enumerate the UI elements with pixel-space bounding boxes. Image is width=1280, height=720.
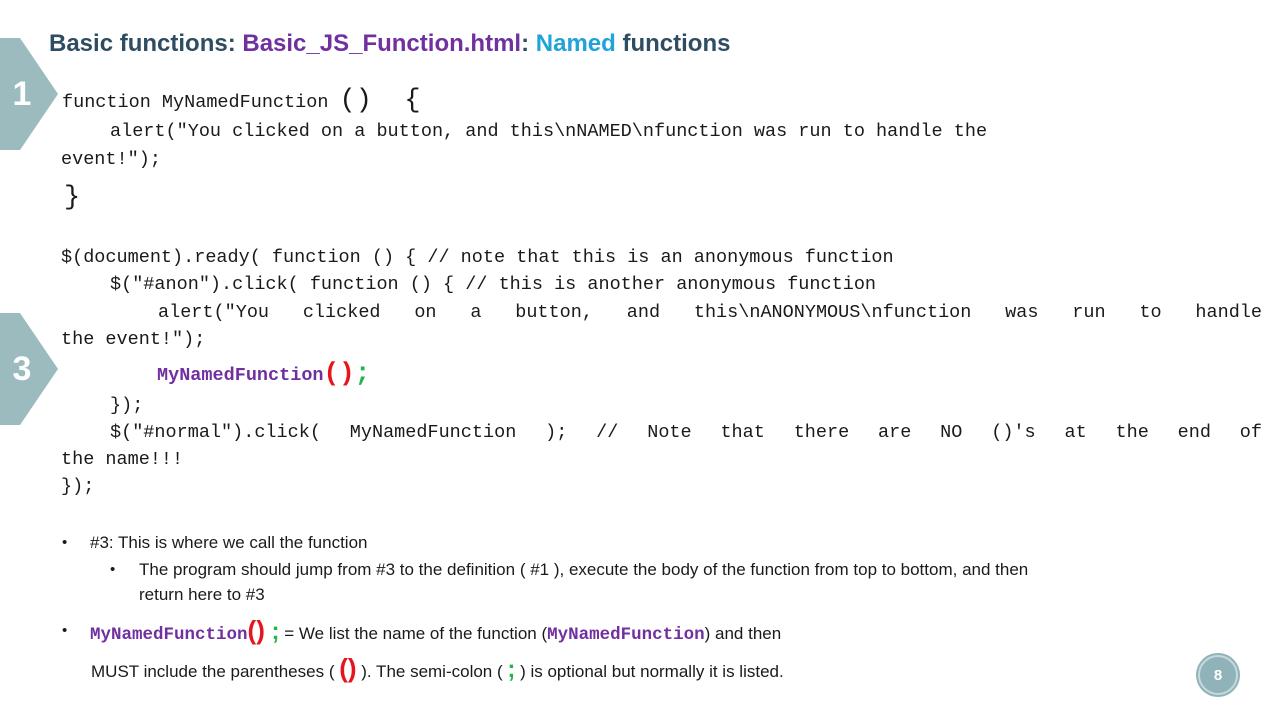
bullet-code-semicolon: ; <box>271 618 280 645</box>
code-line-function-def: function MyNamedFunction () { <box>62 86 421 116</box>
bullet-inline-parens: () <box>339 653 357 683</box>
code-block: function MyNamedFunction () { alert("You… <box>0 0 1280 500</box>
page-number-badge: 8 <box>1198 655 1238 695</box>
bullet-text: = We list the name of the function ( <box>279 624 548 643</box>
bullet-dot: • <box>62 622 68 639</box>
bullet-text: ). The semi-colon ( <box>356 662 508 681</box>
bullet-dot: • <box>110 561 116 578</box>
bullet-code-parens: () <box>247 615 265 645</box>
page-number: 8 <box>1213 666 1223 684</box>
bullet-code-semicolon-wrap: ; <box>265 618 280 645</box>
code-parens: () <box>339 86 372 116</box>
code-line: event!"); <box>61 149 161 170</box>
bullet-2-content: MyNamedFunction() ; = We list the name o… <box>90 615 781 646</box>
bullet-item-2-cont: MUST include the parentheses ( () ). The… <box>91 653 784 684</box>
bullet-text: #3: This is where we call the function <box>90 533 368 552</box>
bullet-text: ) and then <box>704 624 782 643</box>
function-call-parens: () <box>323 358 355 388</box>
code-spacer <box>372 86 404 116</box>
code-line: }); <box>110 395 144 416</box>
code-line: alert("You clicked on a button, and this… <box>110 121 988 142</box>
code-close-brace: } <box>64 183 81 213</box>
code-text: function MyNamedFunction <box>62 92 340 113</box>
bullet-inline-name: MyNamedFunction <box>547 625 705 645</box>
function-call-semicolon: ; <box>354 358 371 388</box>
code-line-function-call: MyNamedFunction(); <box>157 358 370 388</box>
bullet-text: ) is optional but normally it is listed. <box>515 662 784 681</box>
bullet-dot: • <box>62 534 68 551</box>
code-line: }); <box>61 476 95 497</box>
code-line: $(document).ready( function () { // note… <box>61 247 894 268</box>
bullet-sub-text: The program should jump from #3 to the d… <box>139 560 1029 579</box>
code-line: alert("You clicked on a button, and this… <box>158 302 1262 323</box>
bullet-sub-text-cont: return here to #3 <box>139 585 265 604</box>
code-line: $("#anon").click( function () { // this … <box>110 274 877 295</box>
bullet-code-name: MyNamedFunction <box>90 625 248 645</box>
code-line: the event!"); <box>61 329 206 350</box>
code-line: $("#normal").click( MyNamedFunction ); /… <box>110 422 1262 443</box>
code-line: the name!!! <box>61 449 184 470</box>
function-call-name: MyNamedFunction <box>157 365 324 386</box>
bullet-text: MUST include the parentheses ( <box>91 662 340 681</box>
code-open-brace: { <box>404 86 421 116</box>
